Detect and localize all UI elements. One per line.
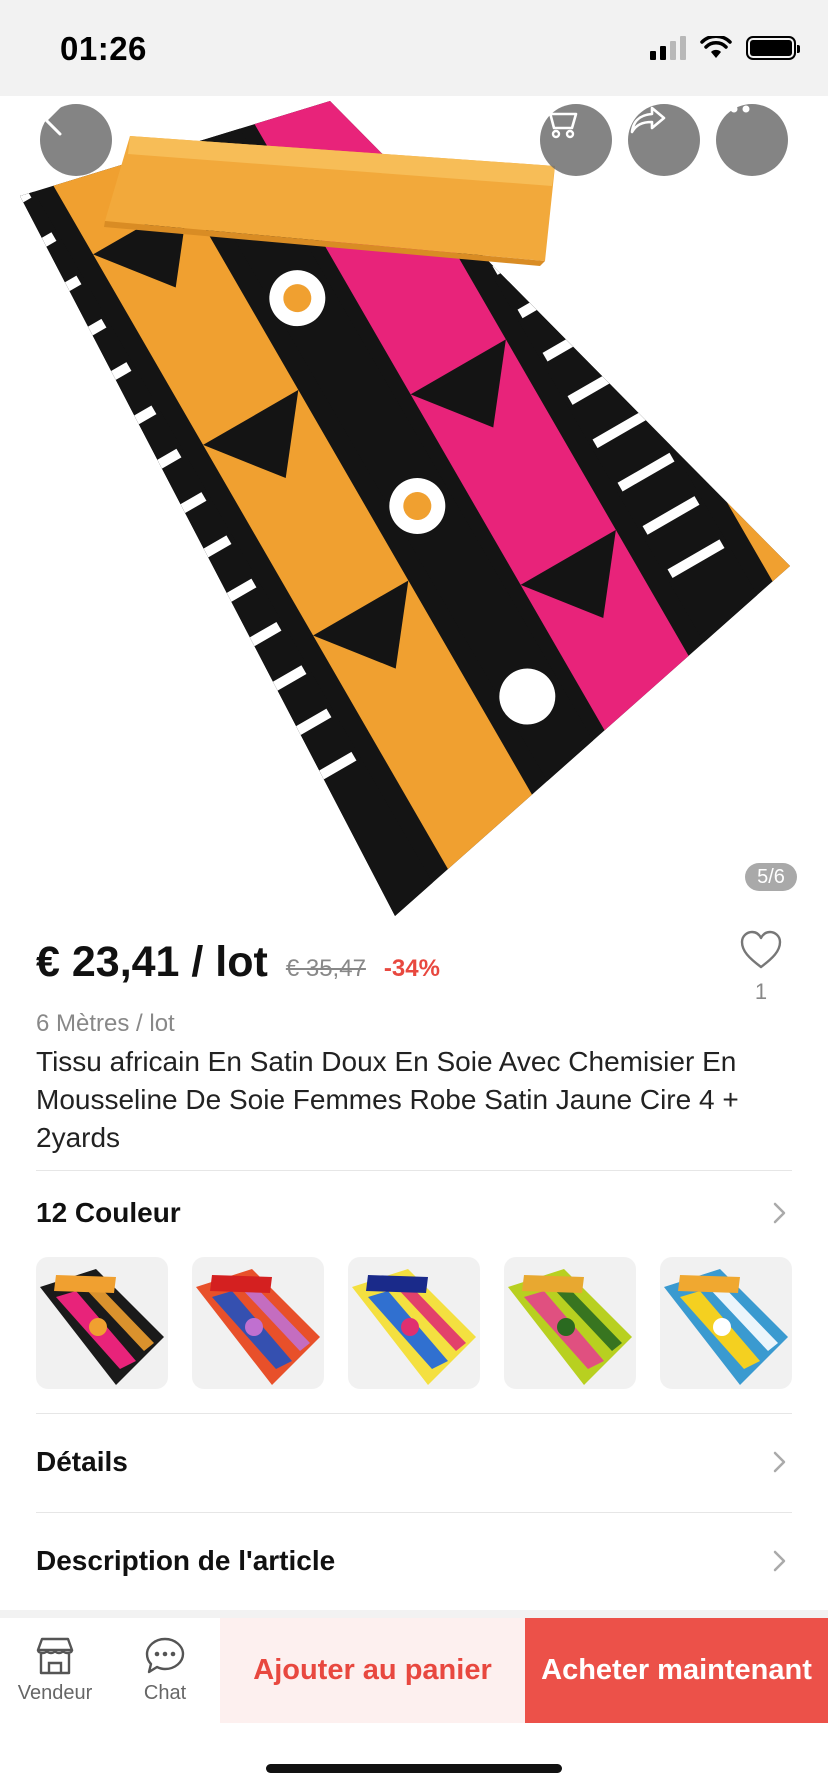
status-icons [650, 36, 800, 60]
share-button[interactable] [628, 104, 700, 176]
home-indicator[interactable] [266, 1764, 562, 1773]
color-count-label: 12 Couleur [36, 1197, 181, 1228]
product-image-gallery[interactable]: 5/6 [0, 96, 828, 924]
section-separator [0, 1610, 828, 1618]
wishlist-button[interactable]: 1 [736, 930, 786, 1005]
fabric-thumbnail [196, 1269, 320, 1385]
divider [36, 1170, 792, 1171]
divider [36, 1512, 792, 1513]
details-label: Détails [36, 1446, 128, 1477]
description-label: Description de l'article [36, 1545, 336, 1576]
bottom-action-bar: Vendeur Chat Ajouter au panier Acheter m… [0, 1618, 828, 1723]
share-icon [630, 106, 666, 134]
more-button[interactable] [716, 104, 788, 176]
chat-label: Chat [143, 1682, 187, 1704]
unit-info: 6 Mètres / lot [36, 1010, 175, 1037]
chat-button[interactable]: Chat [110, 1618, 220, 1723]
seller-label: Vendeur [17, 1682, 93, 1704]
chevron-left-icon [44, 104, 62, 136]
fabric-thumbnail [508, 1269, 632, 1385]
color-swatch[interactable] [660, 1257, 792, 1389]
chevron-right-icon [773, 1451, 786, 1473]
cellular-signal-icon [650, 36, 686, 60]
buy-now-button[interactable]: Acheter maintenant [525, 1618, 828, 1723]
back-button[interactable] [40, 104, 112, 176]
product-title: Tissu africain En Satin Doux En Soie Ave… [36, 1046, 739, 1153]
heart-icon [740, 930, 782, 969]
price-row: € 23,41 / lot € 35,47 -34% [36, 938, 440, 987]
chevron-right-icon [773, 1202, 786, 1224]
current-price: € 23,41 / lot [36, 938, 268, 986]
seller-button[interactable]: Vendeur [0, 1618, 110, 1723]
status-bar: 01:26 [0, 0, 828, 96]
chat-icon [145, 1637, 185, 1674]
color-swatch[interactable] [192, 1257, 324, 1389]
original-price: € 35,47 [285, 955, 366, 982]
chevron-right-icon [773, 1550, 786, 1572]
store-icon [36, 1637, 74, 1675]
status-time: 01:26 [60, 30, 147, 67]
image-counter: 5/6 [745, 863, 797, 891]
color-swatch[interactable] [504, 1257, 636, 1389]
fabric-thumbnail [664, 1269, 788, 1385]
add-to-cart-button[interactable]: Ajouter au panier [220, 1618, 525, 1723]
fabric-thumbnail [352, 1269, 476, 1385]
wifi-icon [700, 36, 732, 58]
cart-button[interactable] [540, 104, 612, 176]
product-image [20, 101, 790, 916]
color-swatches [36, 1257, 792, 1389]
wishlist-count: 1 [754, 979, 768, 1004]
battery-icon [746, 36, 800, 60]
color-swatch[interactable] [36, 1257, 168, 1389]
discount-badge: -34% [383, 955, 440, 982]
divider [36, 1413, 792, 1414]
color-swatch[interactable] [348, 1257, 480, 1389]
cart-icon [541, 107, 578, 139]
fabric-thumbnail [40, 1269, 164, 1385]
more-icon [718, 105, 750, 113]
